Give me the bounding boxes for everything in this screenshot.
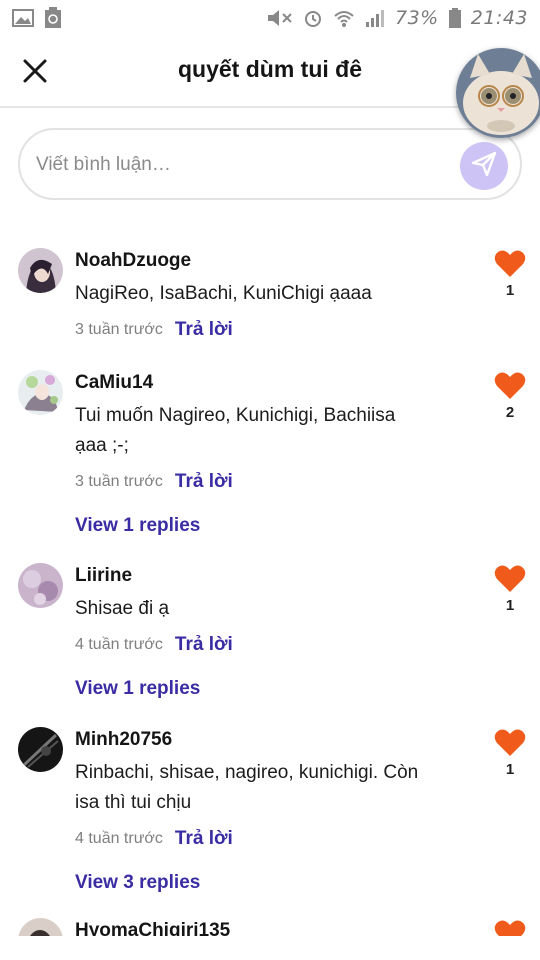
like-button[interactable] <box>494 918 526 936</box>
avatar[interactable] <box>18 248 63 293</box>
heart-icon <box>494 920 526 936</box>
comment-time: 4 tuần trước <box>75 636 163 653</box>
heart-icon <box>494 565 526 592</box>
comment-text: Tui muốn Nagireo, Kunichigi, Bachiisa ạa… <box>75 405 396 456</box>
like-count: 2 <box>505 404 515 421</box>
status-bar: 73% 21:43 <box>0 0 540 36</box>
comment-input-box <box>18 128 522 200</box>
wifi-icon <box>333 8 355 28</box>
comment-input[interactable] <box>36 148 436 182</box>
comment-text: NagiReo, IsaBachi, KuniChigi ạaaa <box>75 283 372 304</box>
image-icon <box>12 9 34 27</box>
battery-icon <box>448 8 461 28</box>
heart-icon <box>494 250 526 277</box>
reply-button[interactable]: Trả lời <box>175 319 233 341</box>
comment-username[interactable]: Minh20756 <box>75 727 430 753</box>
battery-percent: 73% <box>395 7 439 29</box>
heart-icon <box>494 729 526 756</box>
reply-button[interactable]: Trả lời <box>175 471 233 493</box>
send-button[interactable] <box>460 142 508 190</box>
comment-text: Rinbachi, shisae, nagireo, kunichigi. Cò… <box>75 762 419 813</box>
reply-button[interactable]: Trả lời <box>175 828 233 850</box>
like-button[interactable]: 1 <box>494 563 526 614</box>
avatar[interactable] <box>18 918 63 936</box>
avatar[interactable] <box>18 370 63 415</box>
comment-time: 4 tuần trước <box>75 830 163 847</box>
heart-icon <box>494 372 526 399</box>
signal-icon <box>365 8 385 28</box>
avatar[interactable] <box>18 727 63 772</box>
comment-username[interactable]: HyomaChigiri135 <box>75 918 430 936</box>
like-count: 1 <box>505 761 515 778</box>
comment-time: 3 tuần trước <box>75 473 163 490</box>
send-icon <box>470 150 498 183</box>
view-replies-link[interactable]: View 1 replies <box>75 513 430 539</box>
like-button[interactable]: 2 <box>494 370 526 421</box>
reply-button[interactable]: Trả lời <box>175 634 233 656</box>
comment-time: 3 tuần trước <box>75 321 163 338</box>
view-replies-link[interactable]: View 1 replies <box>75 676 430 702</box>
comment-username[interactable]: NoahDzuoge <box>75 248 430 274</box>
like-count: 1 <box>505 597 515 614</box>
comment-text: Shisae đi ạ <box>75 598 170 619</box>
clock: 21:43 <box>470 7 528 29</box>
alarm-icon <box>303 8 323 28</box>
mute-icon <box>265 8 293 28</box>
avatar[interactable] <box>18 563 63 608</box>
comment-item: HyomaChigiri135 <box>0 918 540 936</box>
floating-avatar[interactable] <box>456 48 540 138</box>
comment-username[interactable]: CaMiu14 <box>75 370 430 396</box>
comment-username[interactable]: Liirine <box>75 563 430 589</box>
like-count: 1 <box>505 282 515 299</box>
like-button[interactable]: 1 <box>494 248 526 299</box>
recycle-icon <box>44 7 62 29</box>
view-replies-link[interactable]: View 3 replies <box>75 870 430 896</box>
like-button[interactable]: 1 <box>494 727 526 778</box>
